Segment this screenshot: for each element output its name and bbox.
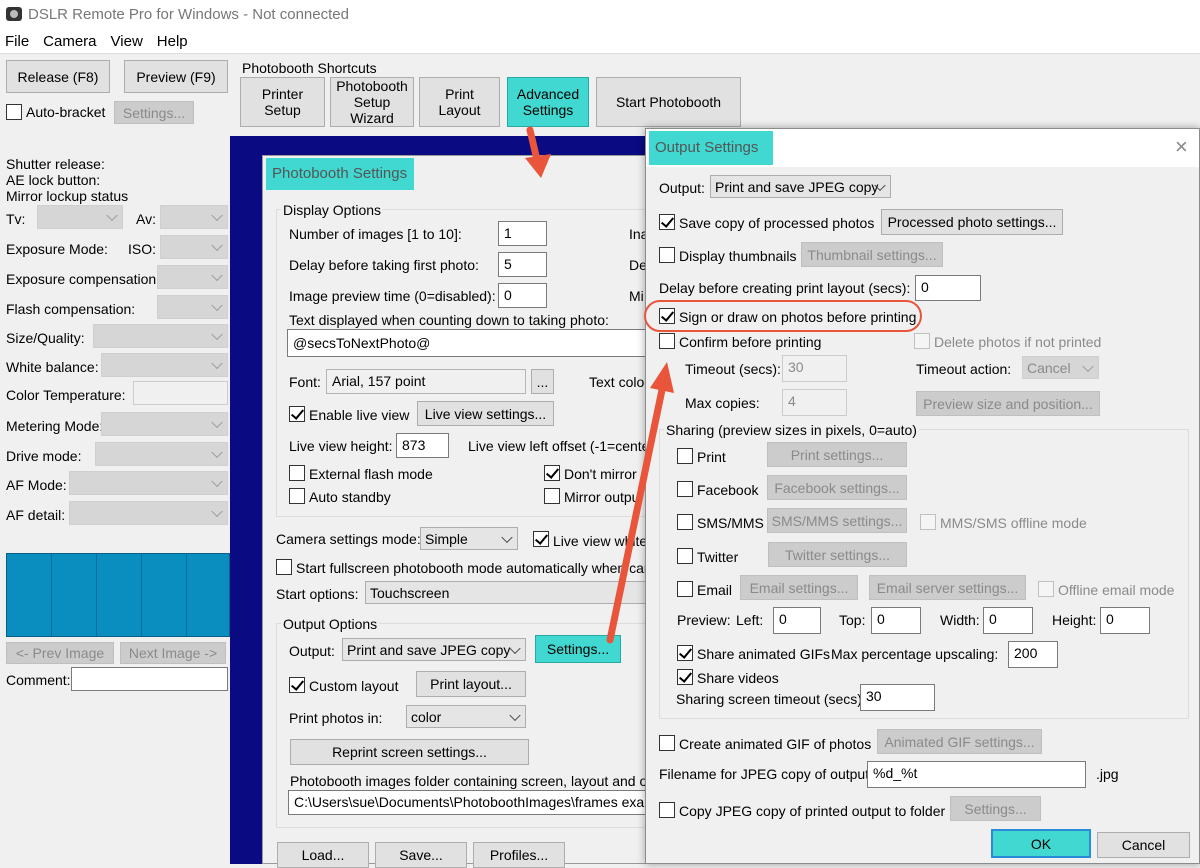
arrow-to-output-settings bbox=[525, 126, 551, 178]
arrow-to-sign-draw bbox=[606, 362, 674, 644]
annotation-arrows bbox=[525, 126, 674, 644]
